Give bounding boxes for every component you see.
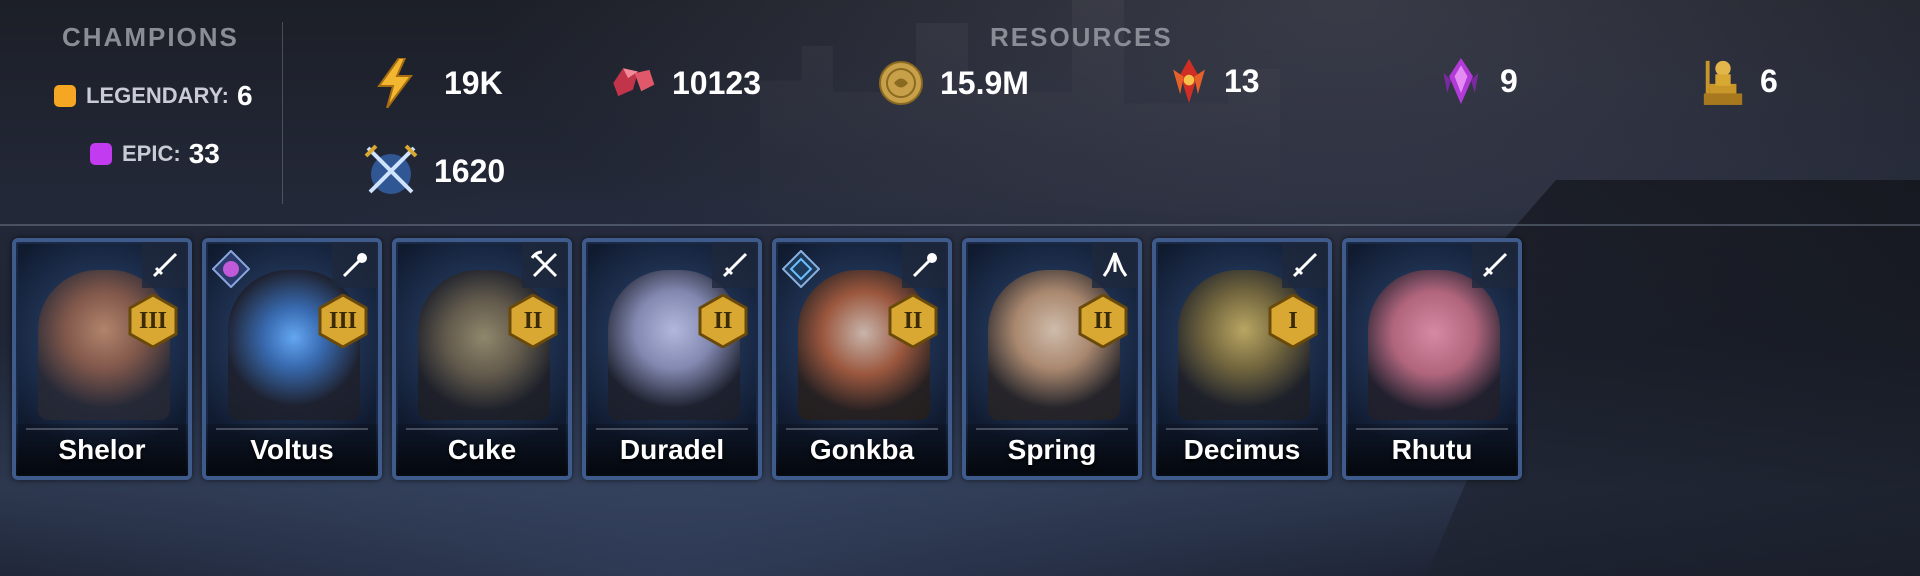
epic-label: EPIC: [122, 141, 181, 166]
purple-crystal-icon [1438, 58, 1484, 104]
legendary-label: LEGENDARY: [86, 83, 229, 108]
champion-portrait [1368, 270, 1500, 420]
namebar-ornament [216, 428, 368, 430]
rank-numeral: III [138, 307, 168, 334]
champion-card-duradel[interactable]: II Duradel [582, 238, 762, 480]
champion-card-shelor[interactable]: III Shelor [12, 238, 192, 480]
sword-icon [142, 242, 188, 288]
resource-arena-tokens: 1620 [362, 142, 505, 200]
champion-namebar: Voltus [206, 424, 378, 476]
champion-card-decimus[interactable]: I Decimus [1152, 238, 1332, 480]
legendary-count-row: LEGENDARY: 6 [54, 80, 253, 112]
praying-hands-icon [1092, 242, 1138, 288]
champion-card-gonkba[interactable]: II Gonkba [772, 238, 952, 480]
magic-affinity-icon [211, 249, 251, 289]
champions-title: CHAMPIONS [62, 22, 239, 52]
rank-numeral: II [1093, 307, 1113, 334]
champion-namebar: Duradel [586, 424, 758, 476]
sword-icon [712, 242, 758, 288]
resource-energy: 19K [372, 58, 503, 108]
resource-red-crystal: 13 [1166, 58, 1260, 104]
epic-count: 33 [188, 138, 220, 169]
rank-numeral: II [903, 307, 923, 334]
section-divider [282, 22, 283, 204]
champion-namebar: Decimus [1156, 424, 1328, 476]
sword-icon [1472, 242, 1518, 288]
rank-badge: II [698, 294, 748, 348]
rank-badge: III [318, 294, 368, 348]
champion-name: Spring [1007, 434, 1097, 465]
rank-badge: I [1268, 294, 1318, 348]
rank-numeral: II [713, 307, 733, 334]
champion-name: Duradel [619, 434, 725, 465]
champion-name: Voltus [250, 434, 334, 465]
champion-name: Cuke [447, 434, 517, 465]
champion-card-rhutu[interactable]: Rhutu [1342, 238, 1522, 480]
champion-namebar: Gonkba [776, 424, 948, 476]
resource-gold-statue: 6 [1700, 58, 1778, 105]
champion-name: Decimus [1183, 434, 1301, 465]
champion-namebar: Rhutu [1346, 424, 1518, 476]
resource-energy-value: 19K [444, 64, 503, 101]
champion-namebar: Cuke [396, 424, 568, 476]
resource-silver: 15.9M [878, 60, 1029, 106]
resource-red-crystal-value: 13 [1224, 62, 1260, 99]
red-crystal-icon [1166, 58, 1212, 104]
namebar-ornament [1356, 428, 1508, 430]
epic-dot-icon [90, 143, 112, 165]
crossed-swords-icon [362, 142, 420, 200]
resource-purple-crystal-value: 9 [1500, 62, 1518, 99]
resource-gold-statue-value: 6 [1760, 62, 1778, 99]
axes-icon [522, 242, 568, 288]
champion-name: Rhutu [1391, 434, 1473, 465]
resources-title: RESOURCES [990, 22, 1173, 52]
rank-badge: III [128, 294, 178, 348]
champion-name: Gonkba [809, 434, 915, 465]
header-divider [0, 224, 1920, 226]
silver-coin-icon [878, 60, 924, 106]
namebar-ornament [596, 428, 748, 430]
champion-namebar: Spring [966, 424, 1138, 476]
namebar-ornament [406, 428, 558, 430]
resource-ruby: 10123 [610, 60, 761, 106]
rank-numeral: II [523, 307, 543, 334]
rank-numeral: III [328, 307, 358, 334]
ruby-gem-icon [610, 60, 656, 106]
energy-icon [372, 58, 418, 108]
rank-badge: II [888, 294, 938, 348]
champion-namebar: Shelor [16, 424, 188, 476]
namebar-ornament [786, 428, 938, 430]
legendary-dot-icon [54, 85, 76, 107]
gold-statue-icon [1700, 58, 1746, 105]
rank-numeral: I [1288, 307, 1298, 334]
champion-card-cuke[interactable]: II Cuke [392, 238, 572, 480]
champion-card-spring[interactable]: II Spring [962, 238, 1142, 480]
spirit-affinity-icon [781, 249, 821, 289]
champion-name: Shelor [58, 434, 146, 465]
rank-badge: II [1078, 294, 1128, 348]
sword-icon [1282, 242, 1328, 288]
epic-count-row: EPIC: 33 [90, 138, 220, 170]
mace-icon [902, 242, 948, 288]
namebar-ornament [1166, 428, 1318, 430]
champion-card-voltus[interactable]: III Voltus [202, 238, 382, 480]
legendary-count: 6 [237, 80, 253, 111]
mace-icon [332, 242, 378, 288]
namebar-ornament [26, 428, 178, 430]
resource-silver-value: 15.9M [940, 64, 1029, 101]
rank-badge: II [508, 294, 558, 348]
namebar-ornament [976, 428, 1128, 430]
resource-ruby-value: 10123 [672, 64, 761, 101]
resource-purple-crystal: 9 [1438, 58, 1518, 104]
resource-arena-tokens-value: 1620 [434, 152, 506, 189]
